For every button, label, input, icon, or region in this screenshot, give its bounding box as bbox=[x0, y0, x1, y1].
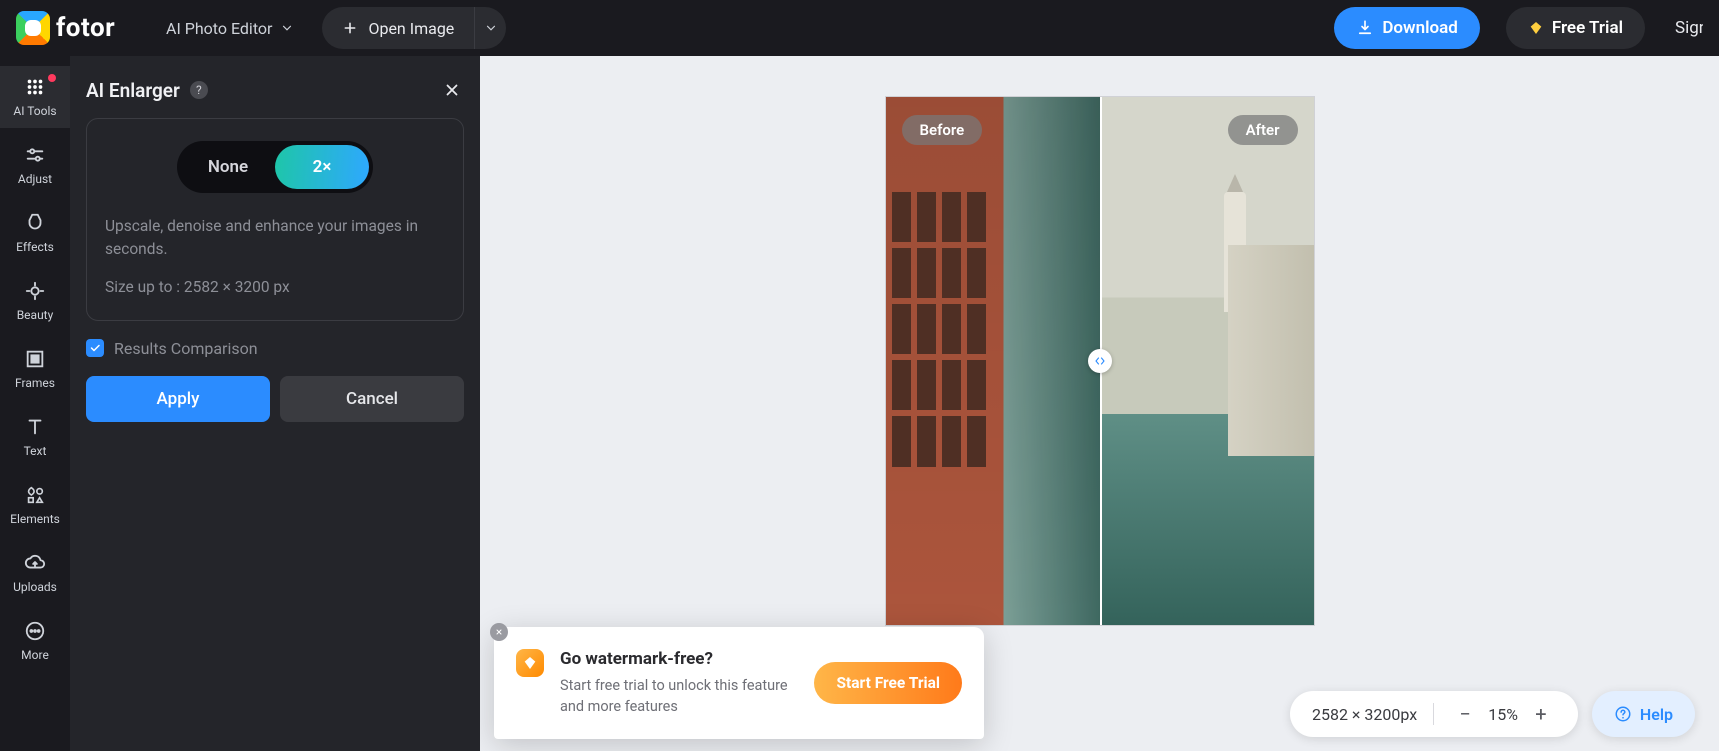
brand-logo[interactable]: fotor bbox=[16, 10, 150, 46]
brand-logo-text: fotor bbox=[56, 13, 115, 43]
panel-title: AI Enlarger bbox=[86, 79, 180, 102]
rail-label: More bbox=[21, 648, 49, 662]
frames-icon bbox=[24, 348, 46, 370]
download-button[interactable]: Download bbox=[1334, 7, 1479, 49]
enlarge-settings-card: None 2× Upscale, denoise and enhance you… bbox=[86, 118, 464, 321]
comparison-handle[interactable] bbox=[1088, 349, 1112, 373]
ai-tools-icon bbox=[24, 76, 46, 98]
diamond-icon bbox=[516, 649, 544, 677]
zoom-out-button[interactable]: − bbox=[1450, 699, 1480, 729]
close-icon bbox=[443, 81, 461, 99]
close-icon bbox=[495, 628, 503, 636]
brand-logo-mark bbox=[16, 11, 50, 45]
rail-effects[interactable]: Effects bbox=[0, 202, 70, 264]
rail-text[interactable]: Text bbox=[0, 406, 70, 468]
after-image bbox=[1100, 97, 1314, 625]
open-image-group: Open Image bbox=[322, 7, 506, 49]
cancel-button[interactable]: Cancel bbox=[280, 376, 464, 422]
panel-actions: Apply Cancel bbox=[86, 376, 464, 422]
panel-close-button[interactable] bbox=[440, 78, 464, 102]
rail-label: AI Tools bbox=[13, 104, 56, 118]
results-comparison-row: Results Comparison bbox=[86, 339, 464, 358]
rail-elements[interactable]: Elements bbox=[0, 474, 70, 536]
start-free-trial-button[interactable]: Start Free Trial bbox=[814, 662, 962, 704]
ai-enlarger-panel: AI Enlarger ? None 2× Upscale, denoise a… bbox=[70, 56, 480, 751]
editor-mode-label: AI Photo Editor bbox=[166, 19, 272, 38]
rail-label: Text bbox=[24, 444, 47, 458]
popup-close-button[interactable] bbox=[490, 623, 508, 641]
canvas-size-text: 2582 × 3200px bbox=[1312, 705, 1417, 724]
after-badge: After bbox=[1228, 115, 1298, 145]
rail-label: Uploads bbox=[13, 580, 57, 594]
text-icon bbox=[24, 416, 46, 438]
download-label: Download bbox=[1382, 18, 1457, 38]
panel-header: AI Enlarger ? bbox=[86, 78, 464, 102]
before-image bbox=[886, 97, 1100, 625]
rail-label: Elements bbox=[10, 512, 60, 526]
canvas-size-pill: 2582 × 3200px − 15% + bbox=[1290, 691, 1578, 737]
rail-label: Beauty bbox=[17, 308, 54, 322]
popup-title: Go watermark-free? bbox=[560, 649, 798, 669]
separator bbox=[1433, 703, 1434, 725]
scale-segmented-control: None 2× bbox=[177, 141, 373, 193]
image-comparison-viewer[interactable]: Before After bbox=[885, 96, 1315, 626]
adjust-icon bbox=[24, 144, 46, 166]
popup-subtitle: Start free trial to unlock this feature … bbox=[560, 675, 798, 717]
rail-beauty[interactable]: Beauty bbox=[0, 270, 70, 332]
drag-handle-icon bbox=[1092, 355, 1108, 367]
check-icon bbox=[89, 342, 101, 354]
effects-icon bbox=[24, 212, 46, 234]
apply-button[interactable]: Apply bbox=[86, 376, 270, 422]
tool-rail: AI Tools Adjust Effects Beauty Frames Te… bbox=[0, 56, 70, 751]
before-badge: Before bbox=[902, 115, 983, 145]
results-comparison-checkbox[interactable] bbox=[86, 339, 104, 357]
open-image-label: Open Image bbox=[368, 19, 454, 38]
free-trial-label: Free Trial bbox=[1552, 18, 1623, 38]
rail-adjust[interactable]: Adjust bbox=[0, 134, 70, 196]
more-icon bbox=[24, 620, 46, 642]
popup-text-block: Go watermark-free? Start free trial to u… bbox=[560, 649, 798, 717]
elements-icon bbox=[24, 484, 46, 506]
enlarge-description: Upscale, denoise and enhance your images… bbox=[105, 215, 445, 262]
results-comparison-label: Results Comparison bbox=[114, 339, 258, 358]
help-button[interactable]: Help bbox=[1592, 691, 1695, 737]
watermark-popup: Go watermark-free? Start free trial to u… bbox=[494, 627, 984, 739]
open-image-button[interactable]: Open Image bbox=[322, 19, 474, 38]
rail-uploads[interactable]: Uploads bbox=[0, 542, 70, 604]
editor-mode-dropdown[interactable]: AI Photo Editor bbox=[166, 19, 294, 38]
enlarge-size-info: Size up to : 2582 × 3200 px bbox=[105, 278, 445, 296]
open-image-dropdown[interactable] bbox=[474, 7, 506, 49]
plus-icon bbox=[342, 20, 358, 36]
zoom-percent-text: 15% bbox=[1488, 705, 1518, 724]
rail-frames[interactable]: Frames bbox=[0, 338, 70, 400]
scale-option-2x[interactable]: 2× bbox=[275, 157, 369, 177]
chevron-down-icon bbox=[484, 21, 498, 35]
rail-label: Frames bbox=[15, 376, 55, 390]
uploads-icon bbox=[24, 552, 46, 574]
rail-label: Adjust bbox=[18, 172, 52, 186]
canvas-area: Before After Go watermark-free? Start fr… bbox=[480, 56, 1719, 751]
help-circle-icon bbox=[1614, 705, 1632, 723]
sign-in-link[interactable]: Sign In bbox=[1675, 18, 1703, 38]
diamond-icon bbox=[1528, 20, 1544, 36]
zoom-in-button[interactable]: + bbox=[1526, 699, 1556, 729]
beauty-icon bbox=[24, 280, 46, 302]
rail-more[interactable]: More bbox=[0, 610, 70, 672]
free-trial-button[interactable]: Free Trial bbox=[1506, 7, 1645, 49]
rail-ai-tools[interactable]: AI Tools bbox=[0, 66, 70, 128]
app-header: fotor AI Photo Editor Open Image Downloa… bbox=[0, 0, 1719, 56]
scale-option-none[interactable]: None bbox=[181, 157, 275, 177]
download-icon bbox=[1356, 19, 1374, 37]
help-label: Help bbox=[1640, 705, 1673, 724]
notify-dot-icon bbox=[48, 74, 56, 82]
chevron-down-icon bbox=[280, 21, 294, 35]
canvas-footer-controls: 2582 × 3200px − 15% + Help bbox=[1290, 691, 1695, 737]
help-icon[interactable]: ? bbox=[190, 81, 208, 99]
rail-label: Effects bbox=[16, 240, 54, 254]
